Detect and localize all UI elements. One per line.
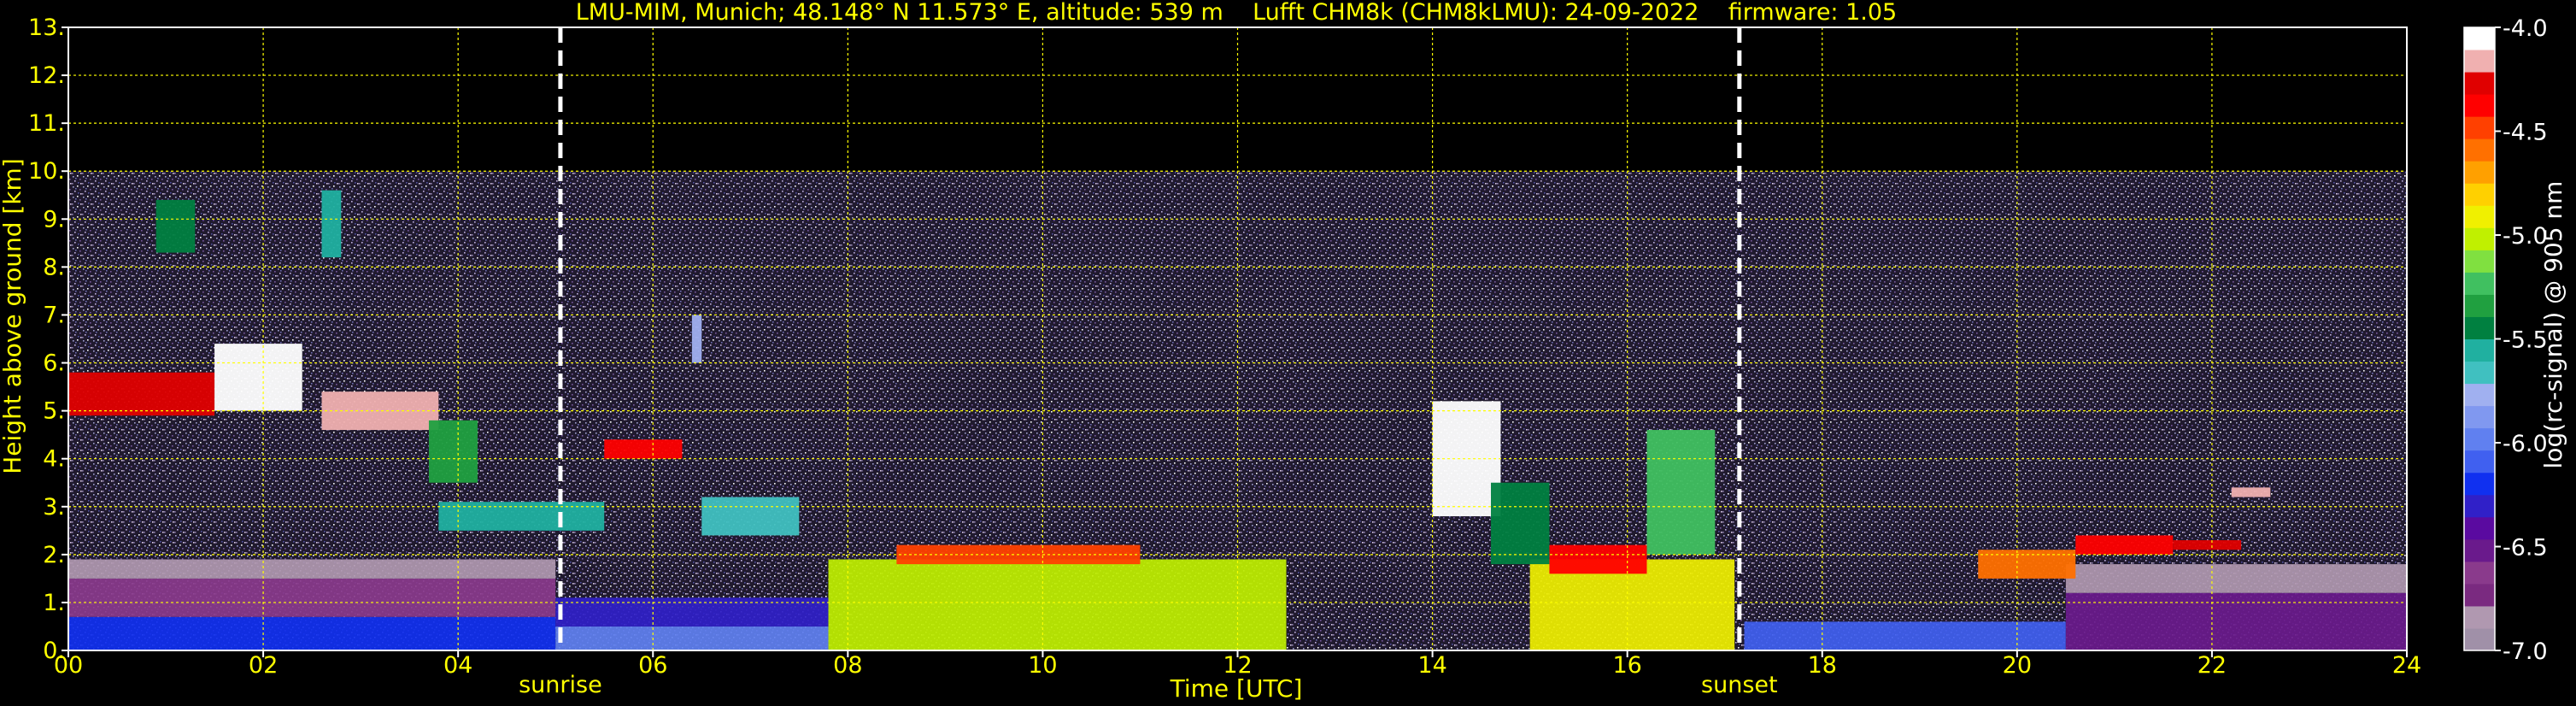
colorbar-swatch [2464,272,2495,295]
cloud-layer-mark [691,315,702,363]
x-tick-label: 24 [2392,652,2421,679]
colorbar-swatch [2464,27,2495,50]
colorbar-swatch [2464,94,2495,117]
colorbar-tick-label: -6.5 [2503,535,2548,562]
colorbar-swatch [2464,472,2495,496]
y-tick-label: 13. [28,15,65,41]
colorbar-swatch [2464,627,2495,651]
y-tick-label: 0. [43,638,65,664]
y-axis-label: Height above ground [km] [0,158,26,474]
cloud-layer-mark [2231,487,2271,497]
ceilometer-chart: sunrise sunset 00 02 04 06 08 10 12 14 16 18 20 22 24… [0,0,2576,706]
chart-title: LMU-MIM, Munich; 48.148° N 11.573° E, al… [576,0,1897,26]
y-tick-label: 12. [28,62,65,89]
colorbar-tick-label: -4.5 [2503,120,2548,146]
cloud-layer-mark [321,391,439,431]
colorbar-swatch [2464,494,2495,518]
x-tick-label: 14 [1417,652,1446,679]
cloud-layer-mark [2173,540,2242,550]
cloud-layer-mark [1491,482,1550,565]
colorbar-swatch [2464,538,2495,562]
colorbar-swatch [2464,383,2495,407]
colorbar-swatch [2464,561,2495,585]
colorbar-swatch [2464,50,2495,73]
colorbar-swatch [2464,72,2495,95]
colorbar-swatch [2464,427,2495,451]
colorbar-swatch [2464,183,2495,206]
colorbar-tick-label: -7.0 [2503,638,2548,665]
colorbar-swatch [2464,583,2495,607]
y-tick-label: 10. [28,158,65,185]
boundary-layer-mark [68,578,556,617]
y-tick-label: 7. [43,302,65,328]
x-tick-label: 20 [2003,652,2032,679]
y-tick-label: 1. [43,590,65,616]
y-tick-label: 6. [43,350,65,377]
colorbar-swatch [2464,316,2495,339]
colorbar-swatch [2464,205,2495,228]
boundary-layer-mark [1744,621,2066,650]
colorbar-swatch [2464,227,2495,250]
x-axis-label: Time [UTC] [1170,674,1303,703]
cloud-layer-mark [604,439,683,459]
cloud-layer-mark [1549,544,1647,574]
colorbar-swatch [2464,605,2495,629]
colorbar-swatch [2464,116,2495,139]
cloud-layer-mark [428,420,478,483]
cloud-layer-mark [1646,430,1716,555]
sun-marker-label: sunset [1701,672,1778,698]
colorbar-swatch [2464,138,2495,162]
y-tick-label: 4. [43,446,65,473]
sun-marker-label: sunrise [519,672,602,698]
colorbar-swatch [2464,450,2495,474]
colorbar-swatch [2464,361,2495,385]
y-tick-label: 5. [43,398,65,425]
cloud-layer-mark [2075,535,2174,555]
colorbar-swatch [2464,338,2495,362]
cloud-layer-mark [214,344,302,411]
cloud-layer-mark [155,199,196,253]
x-tick-label: 06 [638,652,667,679]
colorbar-swatch [2464,405,2495,429]
y-tick-label: 11. [28,110,65,137]
colorbar-tick-label: -4.0 [2503,15,2548,42]
boundary-layer-mark [828,559,1287,650]
colorbar-swatch [2464,294,2495,317]
colorbar-label: log(rc-signal) @ 905 nm [2539,181,2567,469]
y-tick-label: 2. [43,542,65,568]
x-tick-label: 08 [833,652,862,679]
x-tick-label: 10 [1028,652,1057,679]
colorbar-swatch [2464,250,2495,273]
x-tick-label: 04 [443,652,472,679]
x-tick-label: 18 [1808,652,1837,679]
x-tick-label: 02 [249,652,278,679]
cloud-layer-mark [321,190,342,258]
cloud-layer-mark [701,497,800,536]
boundary-layer-mark [555,626,829,650]
y-tick-label: 9. [43,206,65,232]
y-tick-label: 8. [43,254,65,280]
x-tick-label: 22 [2198,652,2227,679]
colorbar-swatch [2464,161,2495,184]
y-tick-label: 3. [43,494,65,521]
boundary-layer-mark [68,559,556,579]
boundary-layer-mark [2065,564,2407,593]
cloud-layer-mark [68,372,215,416]
boundary-layer-mark [68,616,556,650]
x-tick-label: 16 [1612,652,1641,679]
boundary-layer-mark [2065,592,2407,650]
colorbar-swatch [2464,516,2495,540]
